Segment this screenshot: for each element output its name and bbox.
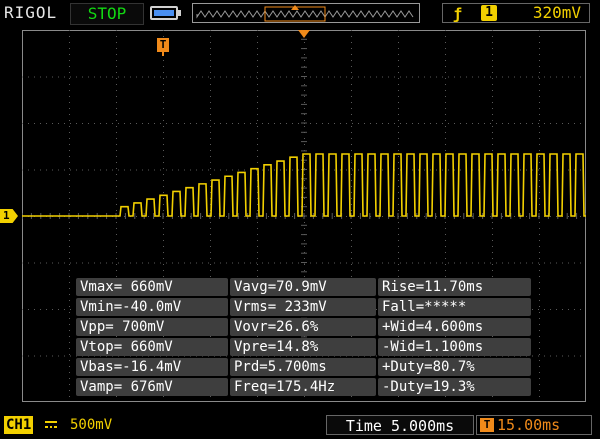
brand-logo: RIGOL bbox=[4, 3, 58, 22]
measurement-cell: Vpp= 700mV bbox=[76, 318, 228, 336]
run-stop-state[interactable]: STOP bbox=[70, 3, 144, 25]
trigger-delay-value: 15.00ms bbox=[497, 416, 561, 434]
measurement-cell: Vovr=26.6% bbox=[230, 318, 376, 336]
trigger-time-marker[interactable]: T bbox=[157, 38, 169, 52]
measurement-cell: Vpre=14.8% bbox=[230, 338, 376, 356]
measurement-cell: Vmax= 660mV bbox=[76, 278, 228, 296]
channel1-label[interactable]: CH1 bbox=[4, 416, 34, 434]
measurement-cell: Rise=11.70ms bbox=[378, 278, 531, 296]
dc-coupling-icon bbox=[45, 421, 57, 428]
measurement-cell: Freq=175.4Hz bbox=[230, 378, 376, 396]
measurement-cell: Vtop= 660mV bbox=[76, 338, 228, 356]
channel1-offset-marker[interactable]: 1 bbox=[0, 209, 18, 223]
waveform-overview-icon bbox=[196, 5, 414, 22]
measurement-cell: Fall=***** bbox=[378, 298, 531, 316]
memory-overview-bar[interactable] bbox=[192, 3, 420, 23]
measurement-cell: -Duty=19.3% bbox=[378, 378, 531, 396]
trigger-level: 320mV bbox=[532, 3, 581, 22]
rising-edge-icon: ƒ bbox=[453, 5, 463, 23]
trigger-time-marker-tick bbox=[162, 52, 164, 56]
trigger-delay-panel[interactable]: T 15.00ms bbox=[476, 415, 592, 435]
timebase-setting[interactable]: Time 5.000ms bbox=[326, 415, 474, 435]
status-bar: RIGOL STOP ƒ 1 320mV bbox=[0, 0, 600, 26]
measurement-cell: Prd=5.700ms bbox=[230, 358, 376, 376]
measurement-cell: Vavg=70.9mV bbox=[230, 278, 376, 296]
bottom-status-bar: CH1 500mV Time 5.000ms T 15.00ms bbox=[0, 412, 600, 439]
trigger-source-badge: 1 bbox=[481, 5, 497, 21]
measurement-cell: +Wid=4.600ms bbox=[378, 318, 531, 336]
measurement-cell: Vrms= 233mV bbox=[230, 298, 376, 316]
trigger-delay-icon: T bbox=[480, 418, 494, 432]
measurement-cell: Vbas=-16.4mV bbox=[76, 358, 228, 376]
battery-icon bbox=[150, 6, 181, 20]
measurement-panel: Vmax= 660mV Vavg=70.9mV Rise=11.70ms Vmin=-… bbox=[76, 278, 531, 400]
trigger-settings-panel[interactable]: ƒ 1 320mV bbox=[442, 3, 590, 23]
volts-per-division[interactable]: 500mV bbox=[70, 416, 112, 434]
measurement-cell: +Duty=80.7% bbox=[378, 358, 531, 376]
measurement-cell: -Wid=1.100ms bbox=[378, 338, 531, 356]
trigger-position-arrow-icon[interactable] bbox=[298, 30, 310, 38]
measurement-cell: Vmin=-40.0mV bbox=[76, 298, 228, 316]
measurement-cell: Vamp= 676mV bbox=[76, 378, 228, 396]
